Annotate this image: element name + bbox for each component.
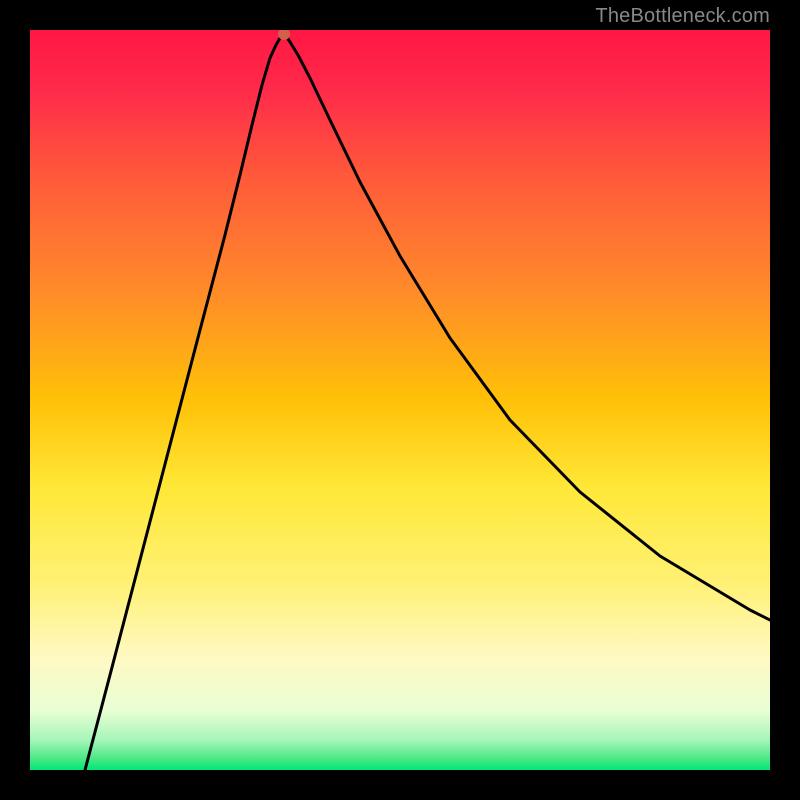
plot-area bbox=[30, 30, 770, 770]
watermark-text: TheBottleneck.com bbox=[595, 5, 770, 28]
chart-frame: TheBottleneck.com bbox=[0, 0, 800, 800]
bottleneck-curve bbox=[85, 34, 770, 770]
curve-layer bbox=[30, 30, 770, 770]
